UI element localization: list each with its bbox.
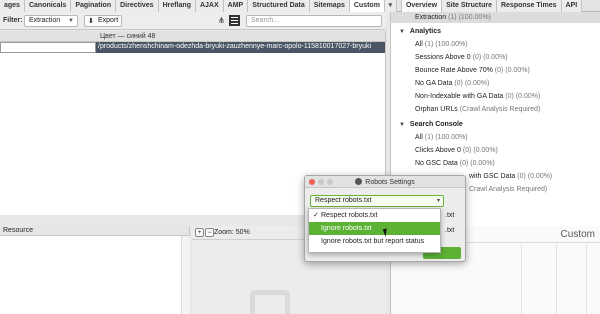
- tab-custom[interactable]: Custom: [349, 0, 385, 12]
- chevron-down-icon: ▼: [68, 18, 74, 24]
- overview-item-extraction[interactable]: Extraction (1) (100.00%): [391, 12, 600, 23]
- checkmark-icon: ✓: [313, 212, 319, 219]
- filter-select-value: Extraction: [29, 17, 61, 24]
- tab-pagination[interactable]: Pagination: [71, 0, 117, 12]
- tab-sitemaps[interactable]: Sitemaps: [309, 0, 350, 12]
- robots-mode-select[interactable]: Respect robots.txt ▾: [310, 195, 444, 207]
- export-label: Export: [98, 17, 119, 24]
- resource-scrollbar[interactable]: [181, 236, 190, 314]
- expand-arrow-icon: ▼: [399, 122, 405, 128]
- dialog-background-label: .txt: [445, 212, 455, 219]
- tab-pages[interactable]: ages: [0, 0, 25, 12]
- tab-structured-data[interactable]: Structured Data: [248, 0, 310, 12]
- resource-header: Resource: [0, 226, 189, 236]
- overview-item-no-ga-data[interactable]: No GA Data (0) (0.00%): [391, 78, 600, 89]
- resource-pane: Resource: [0, 226, 190, 314]
- tree-view-icon[interactable]: ⋔: [216, 15, 227, 26]
- tab-api[interactable]: API: [561, 0, 583, 12]
- filter-toolbar: Filter: Extraction ▼ ⬇ Export ⋔ Search..…: [0, 12, 386, 30]
- tab-hreflang[interactable]: Hreflang: [158, 0, 196, 12]
- custom-chart-title: Custom: [560, 229, 595, 240]
- main-tab-bar: ages Canonicals Pagination Directives Hr…: [0, 0, 600, 12]
- overview-section-analytics[interactable]: ▼ Analytics: [391, 26, 600, 37]
- robots-mode-value: Respect robots.txt: [315, 197, 372, 204]
- zoom-level: Zoom: 50%: [214, 229, 250, 236]
- expand-arrow-icon: ▼: [399, 29, 405, 35]
- overview-item-sessions[interactable]: Sessions Above 0 (0) (0.00%): [391, 52, 600, 63]
- overview-section-search-console[interactable]: ▼ Search Console: [391, 119, 600, 130]
- overview-item-bounce-rate[interactable]: Bounce Rate Above 70% (0) (0.00%): [391, 65, 600, 76]
- dialog-background-label: .txt: [445, 227, 455, 234]
- robots-mode-menu: ✓ Respect robots.txt Ignore robots.txt Ig…: [308, 208, 441, 253]
- filter-select[interactable]: Extraction ▼: [24, 15, 78, 27]
- search-input[interactable]: Search...: [246, 15, 382, 27]
- overview-item-orphan-urls[interactable]: Orphan URLs (Crawl Analysis Required): [391, 104, 600, 115]
- dialog-title-bar: Robots Settings: [305, 176, 465, 188]
- column-header[interactable]: Цвет — синий 48: [100, 33, 155, 40]
- tab-response-times[interactable]: Response Times: [496, 0, 562, 12]
- tabs-overflow-chevron-icon[interactable]: ▾: [384, 0, 397, 12]
- tab-site-structure[interactable]: Site Structure: [442, 0, 497, 12]
- menu-item-ignore-robots[interactable]: Ignore robots.txt: [309, 222, 440, 235]
- zoom-out-icon[interactable]: −: [205, 228, 214, 237]
- overview-item-non-indexable[interactable]: Non-Indexable with GA Data (0) (0.00%): [391, 91, 600, 102]
- tab-canonicals[interactable]: Canonicals: [24, 0, 72, 12]
- overview-item-no-gsc-data[interactable]: No GSC Data (0) (0.00%): [391, 158, 600, 169]
- overview-item-gsc-all[interactable]: All (1) (100.00%): [391, 132, 600, 143]
- app-logo-icon: [355, 178, 363, 185]
- menu-item-ignore-robots-report[interactable]: Ignore robots.txt but report status: [309, 235, 440, 248]
- overview-item-clicks[interactable]: Clicks Above 0 (0) (0.00%): [391, 145, 600, 156]
- tab-ajax[interactable]: AJAX: [195, 0, 224, 12]
- menu-item-respect-robots[interactable]: ✓ Respect robots.txt: [309, 209, 440, 222]
- table-cell-url: /products/zhenshchinam-odezhda-bryuki-za…: [98, 43, 372, 50]
- tab-directives[interactable]: Directives: [116, 0, 159, 12]
- export-icon: ⬇: [88, 18, 94, 25]
- filter-label: Filter:: [3, 17, 23, 24]
- zoom-in-icon[interactable]: +: [195, 228, 204, 237]
- table-cell-editor[interactable]: [0, 42, 96, 53]
- overview-item-analytics-all[interactable]: All (1) (100.00%): [391, 39, 600, 50]
- chevron-down-icon: ▾: [436, 198, 440, 204]
- dialog-title: Robots Settings: [365, 179, 415, 186]
- table-header: Цвет — синий 48: [0, 31, 385, 42]
- list-view-icon[interactable]: [229, 15, 240, 26]
- image-placeholder-icon: [250, 290, 290, 314]
- table-row[interactable]: /products/zhenshchinam-odezhda-bryuki-za…: [0, 42, 385, 53]
- export-button[interactable]: ⬇ Export: [84, 15, 122, 27]
- tab-overview[interactable]: Overview: [400, 0, 443, 12]
- tab-amp[interactable]: AMP: [223, 0, 249, 12]
